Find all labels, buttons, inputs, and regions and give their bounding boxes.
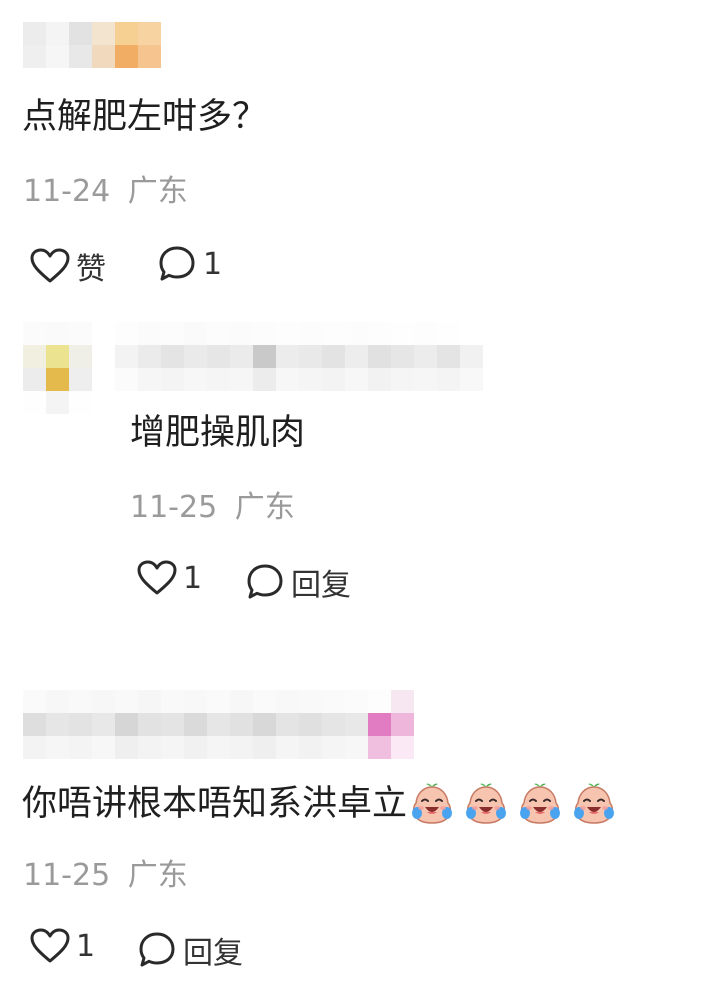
comment-date: 11-24 — [23, 174, 111, 209]
comment-text-row: 你唔讲根本唔知系洪卓立 — [22, 781, 617, 827]
heart-outline-icon — [30, 928, 70, 964]
like-button[interactable]: 赞 — [30, 244, 106, 288]
commenter-name-blurred[interactable] — [23, 22, 161, 68]
commenter-name-blurred[interactable] — [23, 690, 414, 759]
reply-meta: 11-25 广东 — [130, 491, 295, 525]
comment-date: 11-25 — [23, 858, 111, 893]
reply-label: 回复 — [183, 936, 243, 971]
reply-button[interactable]: 1 — [157, 244, 222, 284]
crying-laughing-face-icon — [409, 781, 455, 827]
heart-outline-icon — [137, 560, 177, 596]
reply-reply-button[interactable]: 回复 — [245, 560, 351, 604]
speech-bubble-icon — [245, 562, 285, 602]
comment-meta: 11-24 广东 — [23, 175, 188, 209]
crying-laughing-face-icon — [517, 781, 563, 827]
comment-location: 广东 — [127, 174, 188, 209]
reply-date: 11-25 — [130, 490, 218, 525]
comment-text: 你唔讲根本唔知系洪卓立 — [22, 784, 408, 824]
emoji-row — [409, 781, 617, 827]
reply-text: 增肥操肌肉 — [130, 413, 306, 453]
speech-bubble-icon — [137, 930, 177, 970]
crying-laughing-face-icon — [571, 781, 617, 827]
comment-meta: 11-25 广东 — [23, 859, 188, 893]
reply-like-button[interactable]: 1 — [137, 560, 202, 596]
comment-text: 点解肥左咁多？ — [22, 97, 268, 137]
like-label: 赞 — [76, 252, 106, 287]
reply-location: 广东 — [234, 490, 295, 525]
speech-bubble-icon — [157, 244, 197, 284]
like-count: 1 — [183, 560, 203, 596]
like-button[interactable]: 1 — [30, 928, 95, 964]
crying-laughing-face-icon — [463, 781, 509, 827]
heart-outline-icon — [30, 248, 70, 284]
reply-count: 1 — [203, 246, 223, 282]
reply-avatar-blurred[interactable] — [23, 322, 92, 414]
reply-button[interactable]: 回复 — [137, 928, 243, 972]
like-count: 1 — [76, 928, 96, 964]
reply-label: 回复 — [291, 568, 351, 603]
comment-location: 广东 — [127, 858, 188, 893]
reply-commenter-name-blurred[interactable] — [115, 322, 483, 391]
